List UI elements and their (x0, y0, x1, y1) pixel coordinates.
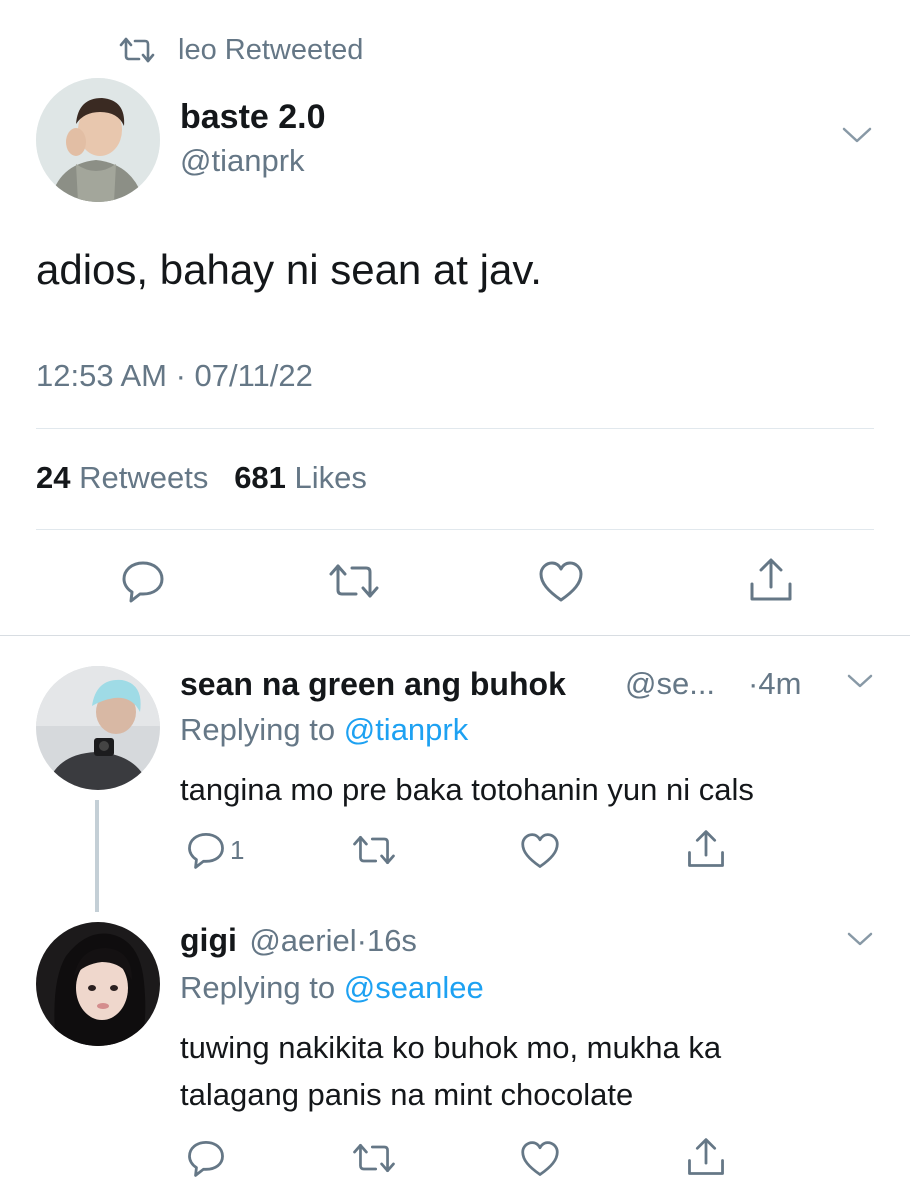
share-icon (686, 1136, 726, 1178)
like-button[interactable] (520, 832, 560, 872)
reply-count: 1 (230, 834, 245, 865)
like-icon (538, 560, 584, 604)
reply-icon (186, 830, 226, 870)
reply-text-line: tuwing nakikita ko buhok mo, mukha ka (180, 1030, 722, 1065)
reply-button[interactable] (120, 558, 166, 604)
reply-text-line: talagang panis na mint chocolate (180, 1077, 634, 1112)
share-button[interactable] (686, 828, 726, 868)
reply-time: ·16s (356, 923, 417, 958)
retweet-button[interactable] (352, 1138, 395, 1178)
chevron-down-icon[interactable] (846, 930, 874, 948)
retweets-stat[interactable]: 24 Retweets (36, 460, 208, 495)
likes-label: Likes (294, 460, 367, 495)
reply-text: tuwing nakikita ko buhok mo, mukha ka ta… (180, 1024, 721, 1118)
likes-count: 681 (234, 460, 286, 495)
retweet-icon (118, 36, 156, 64)
reply-handle[interactable]: @aeriel (249, 923, 356, 958)
retweet-button[interactable] (352, 830, 395, 870)
retweets-count: 24 (36, 460, 71, 495)
share-button[interactable] (748, 556, 794, 602)
retweet-icon (352, 1138, 395, 1178)
likes-stat[interactable]: 681 Likes (234, 460, 367, 495)
replying-to: Replying to @tianprk (180, 712, 468, 748)
reply-avatar[interactable] (36, 666, 160, 790)
like-icon (520, 1140, 560, 1178)
author-display-name[interactable]: baste 2.0 (180, 98, 326, 137)
divider (0, 635, 910, 636)
reply-button[interactable]: 1 (186, 830, 244, 870)
reply-avatar[interactable] (36, 922, 160, 1046)
chevron-down-icon[interactable] (840, 124, 874, 146)
reply-icon (186, 1138, 226, 1178)
author-handle[interactable]: @tianprk (180, 143, 305, 179)
retweet-icon (352, 830, 395, 870)
chevron-down-icon[interactable] (846, 672, 874, 690)
replying-handle-link[interactable]: @seanlee (344, 970, 484, 1005)
retweet-button[interactable] (328, 558, 379, 604)
replying-handle-link[interactable]: @tianprk (344, 712, 469, 747)
retweets-label: Retweets (79, 460, 209, 495)
tweet-text: adios, bahay ni sean at jav. (36, 246, 542, 293)
reply-handle[interactable]: @se... (625, 666, 715, 702)
retweet-header-text: leo Retweeted (178, 33, 364, 66)
tweet-stats: 24 Retweets 681 Likes (36, 460, 367, 496)
reply-button[interactable] (186, 1138, 226, 1178)
author-avatar[interactable] (36, 78, 160, 202)
reply-text: tangina mo pre baka totohanin yun ni cal… (180, 772, 754, 807)
like-button[interactable] (520, 1140, 560, 1180)
replying-prefix: Replying to (180, 712, 336, 747)
tweet-timestamp: 12:53 AM · 07/11/22 (36, 358, 313, 393)
share-button[interactable] (686, 1136, 726, 1176)
replying-to: Replying to @seanlee (180, 970, 484, 1006)
thread-connector (95, 800, 99, 912)
reply-time: ·4m (748, 666, 802, 701)
reply-header: gigi @aeriel·16s (180, 922, 417, 959)
like-icon (520, 832, 560, 870)
reply-display-name[interactable]: sean na green ang buhok (180, 666, 566, 703)
divider (36, 529, 874, 530)
retweet-icon (328, 558, 379, 604)
reply-icon (120, 558, 166, 604)
share-icon (686, 828, 726, 870)
like-button[interactable] (538, 560, 584, 606)
share-icon (748, 556, 794, 604)
retweet-header: leo Retweeted (118, 30, 363, 70)
reply-display-name[interactable]: gigi (180, 922, 237, 958)
divider (36, 428, 874, 429)
replying-prefix: Replying to (180, 970, 336, 1005)
